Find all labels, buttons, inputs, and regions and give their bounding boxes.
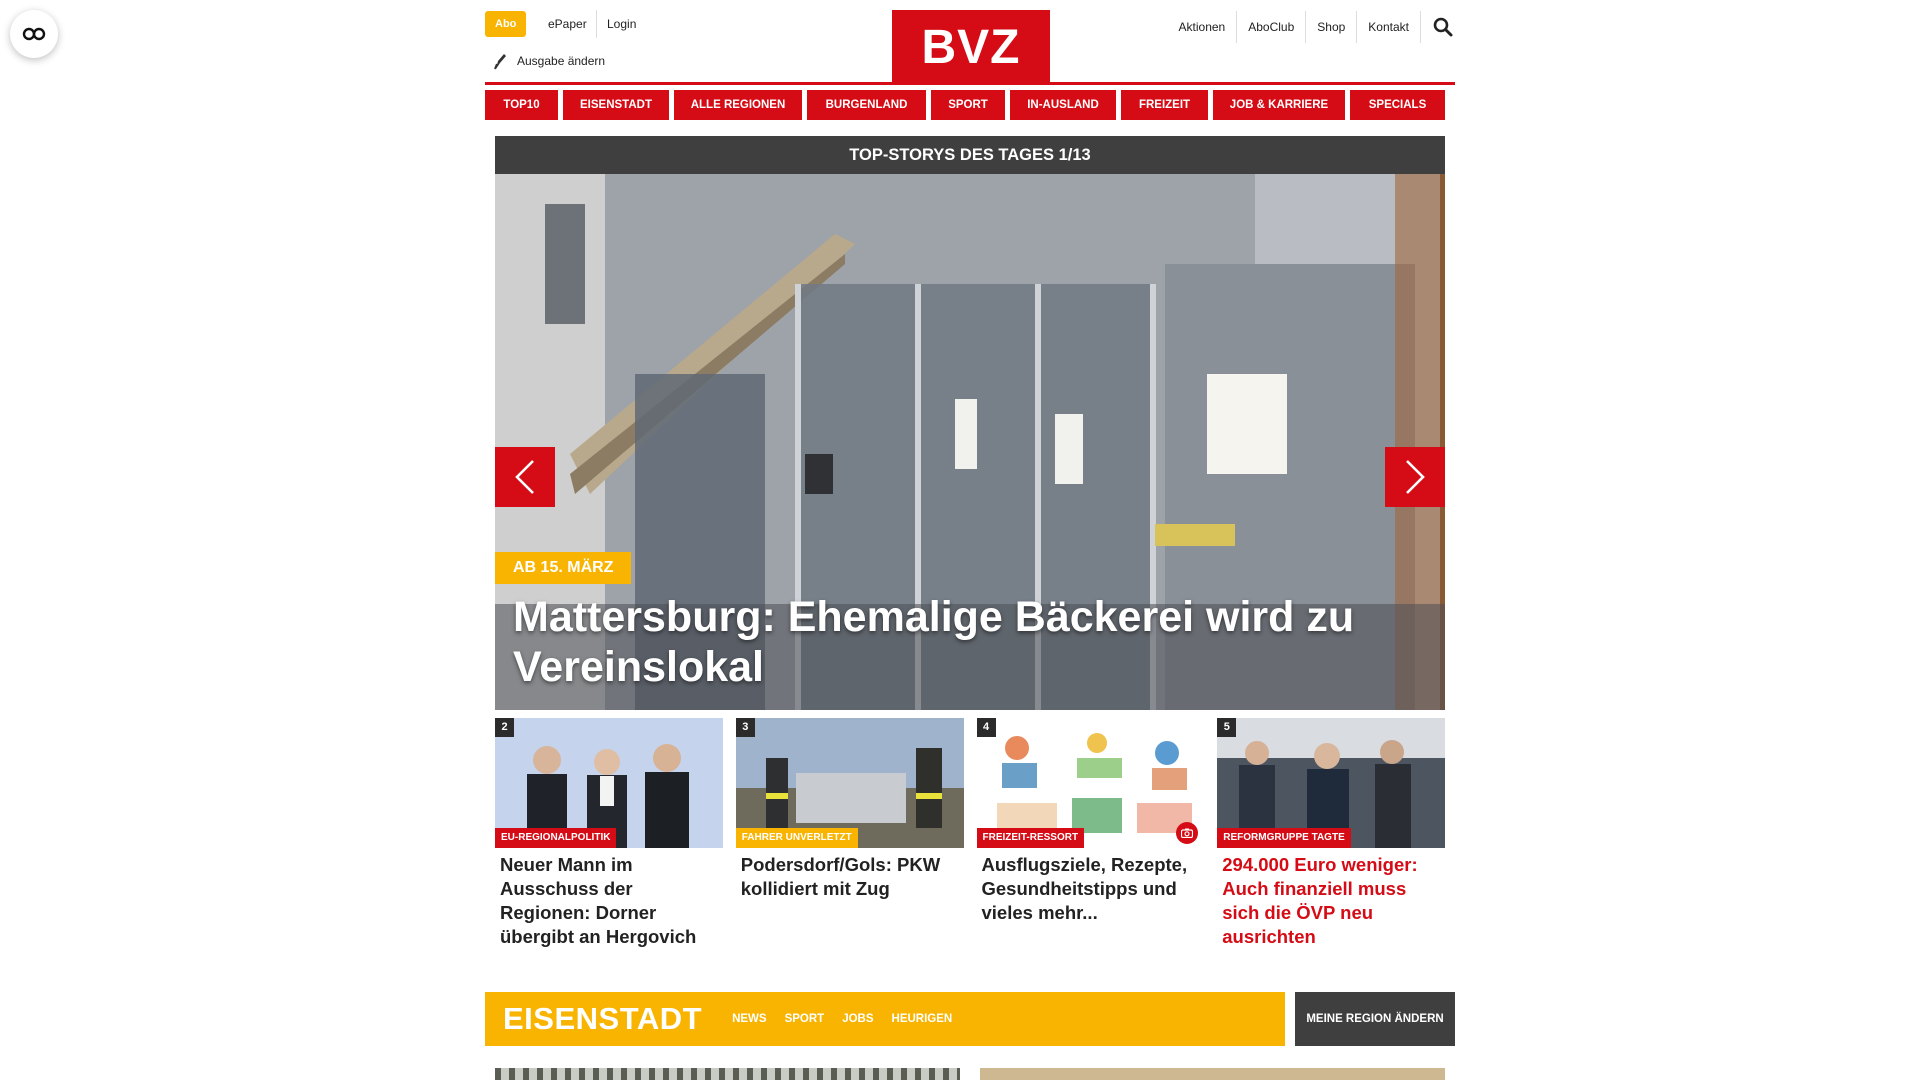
teaser-image[interactable]: 2 EU-REGIONALPOLITIK [495, 718, 723, 848]
teaser-tag: FAHRER UNVERLETZT [735, 828, 858, 848]
region-bar: EISENSTADT NEWS SPORT JOBS HEURIGEN [485, 992, 1285, 1046]
page-container: Abo ePaper Login Ausgabe ändern BVZ Akti… [485, 0, 1455, 1080]
nav-item-sport[interactable]: SPORT [931, 90, 1005, 120]
teaser-number: 5 [1217, 718, 1237, 737]
teaser-tag: EU-REGIONALPOLITIK [495, 828, 617, 848]
chevron-left-icon [515, 460, 534, 494]
camera-icon [1181, 828, 1194, 838]
accessibility-button[interactable] [10, 10, 58, 58]
nav-item-freizeit[interactable]: FREIZEIT [1121, 90, 1208, 120]
nav-link-aboclub[interactable]: AboClub [1237, 20, 1305, 34]
region-link-heurigen[interactable]: HEURIGEN [892, 1013, 953, 1025]
top-stories-slider: TOP-STORYS DES TAGES 1/13 AB 15. MÄRZ Ma… [495, 136, 1445, 710]
teaser-image[interactable]: 3 FAHRER UNVERLETZT [735, 718, 964, 848]
hero-image[interactable]: AB 15. MÄRZ Mattersburg: Ehemalige Bäcke… [495, 174, 1445, 710]
nav-link-kontakt[interactable]: Kontakt [1357, 20, 1420, 34]
region-link-sport[interactable]: SPORT [785, 1013, 825, 1025]
teaser-card[interactable]: 4 FREIZEIT-RESSORT Ausflugsziele, Rezept… [976, 718, 1205, 949]
nav-item-burgenland[interactable]: BURGENLAND [807, 90, 926, 120]
teaser-tag: REFORMGRUPPE TAGTE [1217, 828, 1351, 848]
teaser-title[interactable]: 294.000 Euro weniger: Auch finanziell mu… [1217, 848, 1445, 949]
search-button[interactable] [1421, 17, 1455, 37]
teaser-title[interactable]: Ausflugsziele, Rezepte, Gesundheitstipps… [977, 848, 1205, 925]
nav-item-in-ausland[interactable]: IN-AUSLAND [1010, 90, 1116, 120]
edition-switcher[interactable]: Ausgabe ändern [493, 52, 605, 70]
teaser-tag: FREIZEIT-RESSORT [976, 828, 1085, 848]
edition-label: Ausgabe ändern [517, 54, 606, 68]
slider-prev-button[interactable] [495, 447, 555, 507]
teaser-image[interactable]: 5 REFORMGRUPPE TAGTE [1217, 718, 1445, 848]
nav-item-job-karriere[interactable]: JOB & KARRIERE [1213, 90, 1345, 120]
region-title[interactable]: EISENSTADT [503, 1001, 702, 1037]
bvz-logo[interactable]: BVZ [892, 10, 1050, 84]
article-image[interactable] [495, 1068, 960, 1080]
nav-item-eisenstadt[interactable]: EISENSTADT [563, 90, 669, 120]
accessibility-icon [22, 27, 46, 41]
hero-headline[interactable]: Mattersburg: Ehemalige Bäckerei wird zu … [513, 592, 1433, 692]
teaser-number: 3 [735, 718, 755, 737]
epaper-link[interactable]: ePaper [548, 11, 587, 37]
site-header: Abo ePaper Login Ausgabe ändern BVZ Akti… [485, 0, 1455, 86]
divider [596, 10, 597, 38]
region-articles-preview [495, 1068, 1445, 1080]
article-image[interactable] [980, 1068, 1445, 1080]
teaser-title[interactable]: Neuer Mann im Ausschuss der Regionen: Do… [495, 848, 723, 949]
teaser-card[interactable]: 2 EU-REGIONALPOLITIK Neuer Mann im Aussc… [495, 718, 723, 949]
nav-item-specials[interactable]: SPECIALS [1350, 90, 1445, 120]
nav-item-alle-regionen[interactable]: ALLE REGIONEN [674, 90, 802, 120]
main-nav: TOP10 EISENSTADT ALLE REGIONEN BURGENLAN… [485, 90, 1455, 120]
teaser-title[interactable]: Podersdorf/Gols: PKW kollidiert mit Zug [736, 848, 964, 901]
nav-link-aktionen[interactable]: Aktionen [1168, 20, 1237, 34]
slider-heading: TOP-STORYS DES TAGES 1/13 [495, 136, 1445, 174]
nav-item-top10[interactable]: TOP10 [485, 90, 558, 120]
pen-icon [494, 54, 506, 70]
teaser-row: 2 EU-REGIONALPOLITIK Neuer Mann im Aussc… [495, 718, 1445, 949]
login-link[interactable]: Login [607, 11, 636, 37]
slider-next-button[interactable] [1385, 447, 1445, 507]
header-rule [485, 82, 1455, 85]
utility-nav: Aktionen AboClub Shop Kontakt [1168, 10, 1455, 44]
abo-button[interactable]: Abo [485, 11, 527, 37]
teaser-number: 2 [495, 718, 514, 737]
teaser-card[interactable]: 5 REFORMGRUPPE TAGTE 294.000 Euro wenige… [1217, 718, 1445, 949]
region-link-news[interactable]: NEWS [732, 1013, 767, 1025]
chevron-right-icon [1406, 460, 1425, 494]
teaser-image[interactable]: 4 FREIZEIT-RESSORT [976, 718, 1205, 848]
search-icon [1433, 17, 1453, 37]
nav-link-shop[interactable]: Shop [1306, 20, 1356, 34]
hero-kicker: AB 15. MÄRZ [495, 552, 632, 584]
change-region-button[interactable]: MEINE REGION ÄNDERN [1295, 992, 1455, 1046]
region-link-jobs[interactable]: JOBS [842, 1013, 873, 1025]
teaser-card[interactable]: 3 FAHRER UNVERLETZT Podersdorf/Gols: PKW… [735, 718, 964, 949]
teaser-number: 4 [976, 718, 996, 737]
